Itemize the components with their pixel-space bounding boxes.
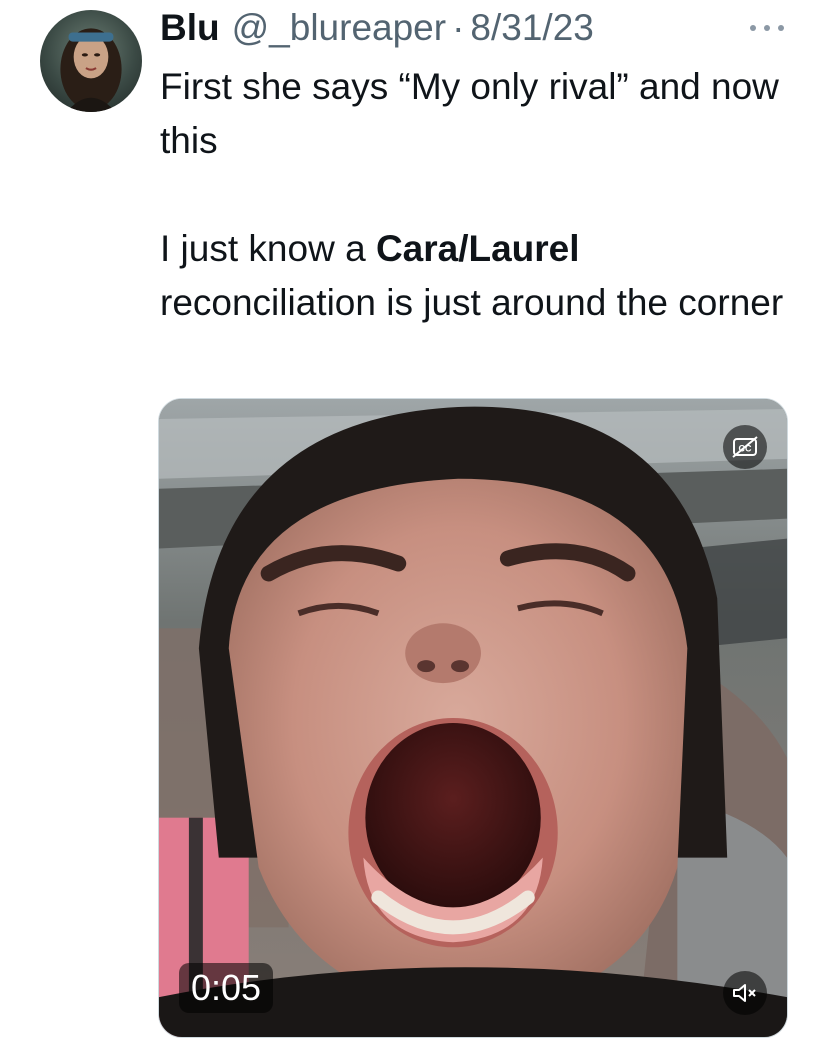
text-prefix: I just know a — [160, 228, 376, 269]
author-handle[interactable]: @_blureaper — [232, 6, 446, 50]
tweet-date[interactable]: 8/31/23 — [470, 6, 593, 50]
avatar-image — [60, 28, 122, 112]
tweet-text: First she says “My only rival” and now t… — [160, 60, 800, 330]
volume-muted-icon[interactable] — [723, 971, 767, 1015]
more-options-icon[interactable] — [750, 22, 784, 34]
text-bold: Cara/Laurel — [375, 228, 580, 269]
video-timestamp: 0:05 — [179, 963, 274, 1013]
profile-avatar[interactable] — [40, 10, 142, 112]
tweet: Blu @_blureaper · 8/31/23 First she says… — [0, 0, 828, 1056]
video-frame — [159, 399, 787, 1037]
tweet-header: Blu @_blureaper · 8/31/23 — [160, 6, 594, 50]
tweet-text-line1: First she says “My only rival” and now t… — [160, 66, 779, 161]
author-name[interactable]: Blu — [160, 6, 220, 50]
tweet-text-line2: I just know a Cara/Laurel reconciliation… — [160, 222, 800, 330]
video-player[interactable]: 0:05 CC — [158, 398, 788, 1038]
captions-off-icon[interactable]: CC — [723, 425, 767, 469]
text-suffix: reconciliation is just around the corner — [160, 282, 784, 323]
separator-dot: · — [452, 7, 465, 48]
